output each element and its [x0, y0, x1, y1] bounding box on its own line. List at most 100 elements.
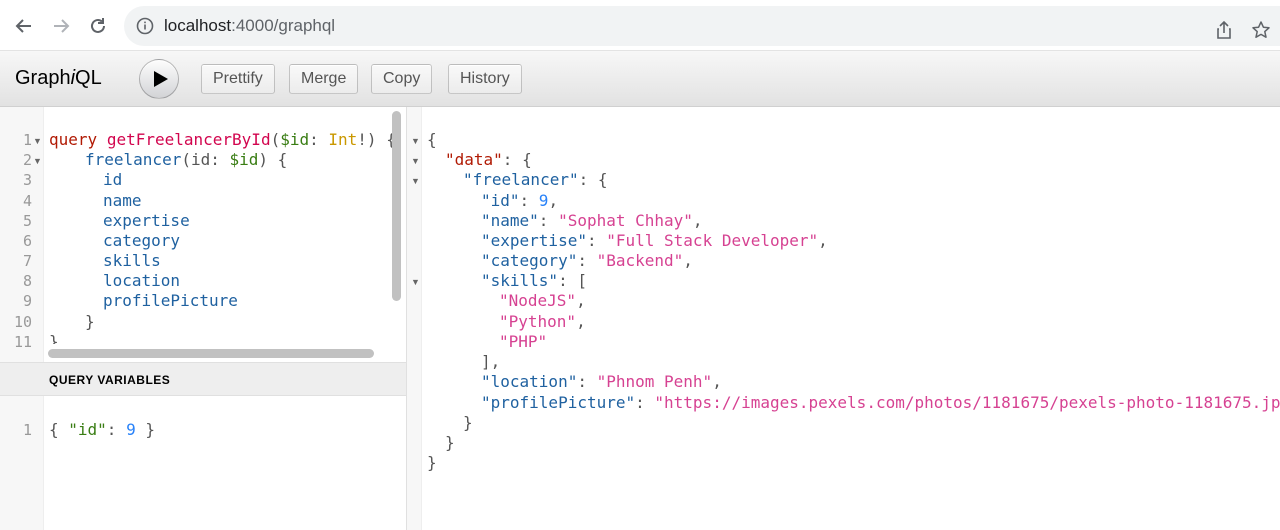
code-line-1: query getFreelancerById($id: Int!) { [49, 130, 396, 150]
variable-key: "id" [68, 420, 107, 439]
merge-button[interactable]: Merge [289, 64, 359, 94]
paren-close: !) { [357, 130, 396, 149]
code-line-2: freelancer(id: $id) { [85, 150, 287, 170]
brace-open: { [49, 420, 69, 439]
skill-value: "NodeJS" [499, 291, 577, 310]
result-freelancer-line: "freelancer": { [463, 170, 608, 189]
result-key: "name" [481, 211, 539, 230]
fold-arrow-icon[interactable]: ▼ [411, 272, 420, 292]
field-freelancer: freelancer [85, 150, 182, 169]
url-text: localhost:4000/graphql [164, 16, 335, 36]
field-line: location [103, 271, 181, 290]
query-variables-header[interactable]: QUERY VARIABLES [0, 362, 406, 396]
line-number: 3 [22, 171, 32, 189]
graphiql-toolbar: GraphiQL Prettify Merge Copy History [0, 51, 1280, 107]
colon: : [106, 420, 127, 439]
result-key: "expertise" [481, 231, 587, 250]
forward-button[interactable] [48, 13, 74, 39]
result-field-line: "profilePicture": "https://images.pexels… [481, 393, 1280, 413]
line-number: 9 [22, 292, 32, 310]
star-icon[interactable] [1251, 20, 1271, 40]
type-name: Int [328, 130, 358, 149]
copy-button[interactable]: Copy [371, 64, 433, 94]
paren-open: ( [270, 130, 281, 149]
result-field-line: "id": 9, [481, 191, 559, 210]
variable-ref: $id [229, 150, 259, 169]
result-field-line: "category": "Backend", [481, 251, 693, 270]
line-number: 7 [22, 252, 32, 270]
result-brace-close: } [427, 453, 437, 472]
result-value: "https://images.pexels.com/photos/118167… [654, 393, 1280, 412]
fold-arrow-icon[interactable]: ▼ [411, 131, 420, 151]
keyword-query: query [49, 130, 98, 149]
variables-line-1: { "id": 9 } [49, 420, 155, 440]
line-number: 10 [13, 313, 32, 331]
data-close: } [445, 433, 455, 452]
field-line: profilePicture [103, 291, 238, 310]
history-button[interactable]: History [448, 64, 522, 94]
skills-close: ], [481, 352, 501, 371]
fold-arrow-icon[interactable]: ▼ [411, 171, 420, 191]
variable-name: $id [280, 130, 310, 149]
address-bar[interactable]: localhost:4000/graphql [124, 6, 1280, 46]
line-number: 1 [22, 421, 32, 439]
args-open: (id: [181, 150, 230, 169]
freelancer-key: "freelancer" [463, 170, 579, 189]
colon: : [309, 130, 329, 149]
skill-item: "NodeJS", [499, 291, 586, 310]
result-field-line: "expertise": "Full Stack Developer", [481, 231, 828, 250]
graphiql-logo: GraphiQL [15, 67, 102, 90]
field-line: name [103, 191, 142, 210]
vertical-scrollbar[interactable] [392, 111, 401, 301]
skill-value: "Python" [499, 312, 577, 331]
browser-toolbar: localhost:4000/graphql [0, 0, 1280, 51]
play-icon [153, 71, 168, 87]
result-value: "Full Stack Developer" [606, 231, 819, 250]
result-key: "location" [481, 372, 578, 391]
line-number: 8 [22, 272, 32, 290]
info-icon[interactable] [136, 17, 154, 35]
fold-arrow-icon[interactable]: ▼ [33, 151, 42, 171]
arrow-left-icon [15, 19, 31, 33]
line-number: 2 [22, 151, 32, 169]
line-number: 6 [22, 232, 32, 250]
result-field-line: "location": "Phnom Penh", [481, 372, 722, 391]
line-number: 11 [13, 333, 32, 351]
brace-close: } [135, 420, 155, 439]
args-close: ) { [258, 150, 288, 169]
query-editor-pane: 1 2 3 4 5 6 7 8 9 10 11 ▼ ▼ query getFre… [0, 107, 407, 530]
line-number: 4 [22, 192, 32, 210]
result-value: "Backend" [596, 251, 684, 270]
share-icon[interactable] [1214, 20, 1234, 40]
field-line: expertise [103, 211, 190, 230]
fold-arrow-icon[interactable]: ▼ [33, 131, 42, 151]
result-value: "Sophat Chhay" [558, 211, 693, 230]
logo-suffix: QL [75, 67, 102, 89]
result-brace-open: { [427, 130, 437, 149]
result-pane: ▼ ▼ ▼ ▼ { "data": { "freelancer": { "id"… [407, 107, 1280, 530]
skill-value: "PHP" [499, 332, 548, 351]
field-line: id [103, 170, 123, 189]
result-key: "category" [481, 251, 578, 270]
line-number: 1 [22, 131, 32, 149]
freelancer-close: } [463, 413, 473, 432]
url-path: :4000/graphql [231, 16, 336, 35]
execute-query-button[interactable] [139, 59, 179, 99]
operation-name: getFreelancerById [106, 130, 271, 149]
brace-close-outer: } [49, 332, 59, 344]
back-button[interactable] [11, 13, 37, 39]
reload-icon [91, 18, 105, 33]
prettify-button[interactable]: Prettify [201, 64, 275, 94]
logo-prefix: Graph [15, 67, 71, 89]
reload-button[interactable] [85, 13, 111, 39]
result-field-line: "name": "Sophat Chhay", [481, 211, 703, 230]
brace-close-inner: } [85, 312, 95, 331]
result-key: "profilePicture" [481, 393, 636, 412]
result-key: "id" [481, 191, 520, 210]
skill-item: "Python", [499, 312, 586, 331]
fold-arrow-icon[interactable]: ▼ [411, 151, 420, 171]
result-value: "Phnom Penh" [596, 372, 713, 391]
query-variables-title: QUERY VARIABLES [49, 373, 171, 387]
result-data-line: "data": { [445, 150, 532, 169]
horizontal-scrollbar[interactable] [48, 349, 374, 358]
